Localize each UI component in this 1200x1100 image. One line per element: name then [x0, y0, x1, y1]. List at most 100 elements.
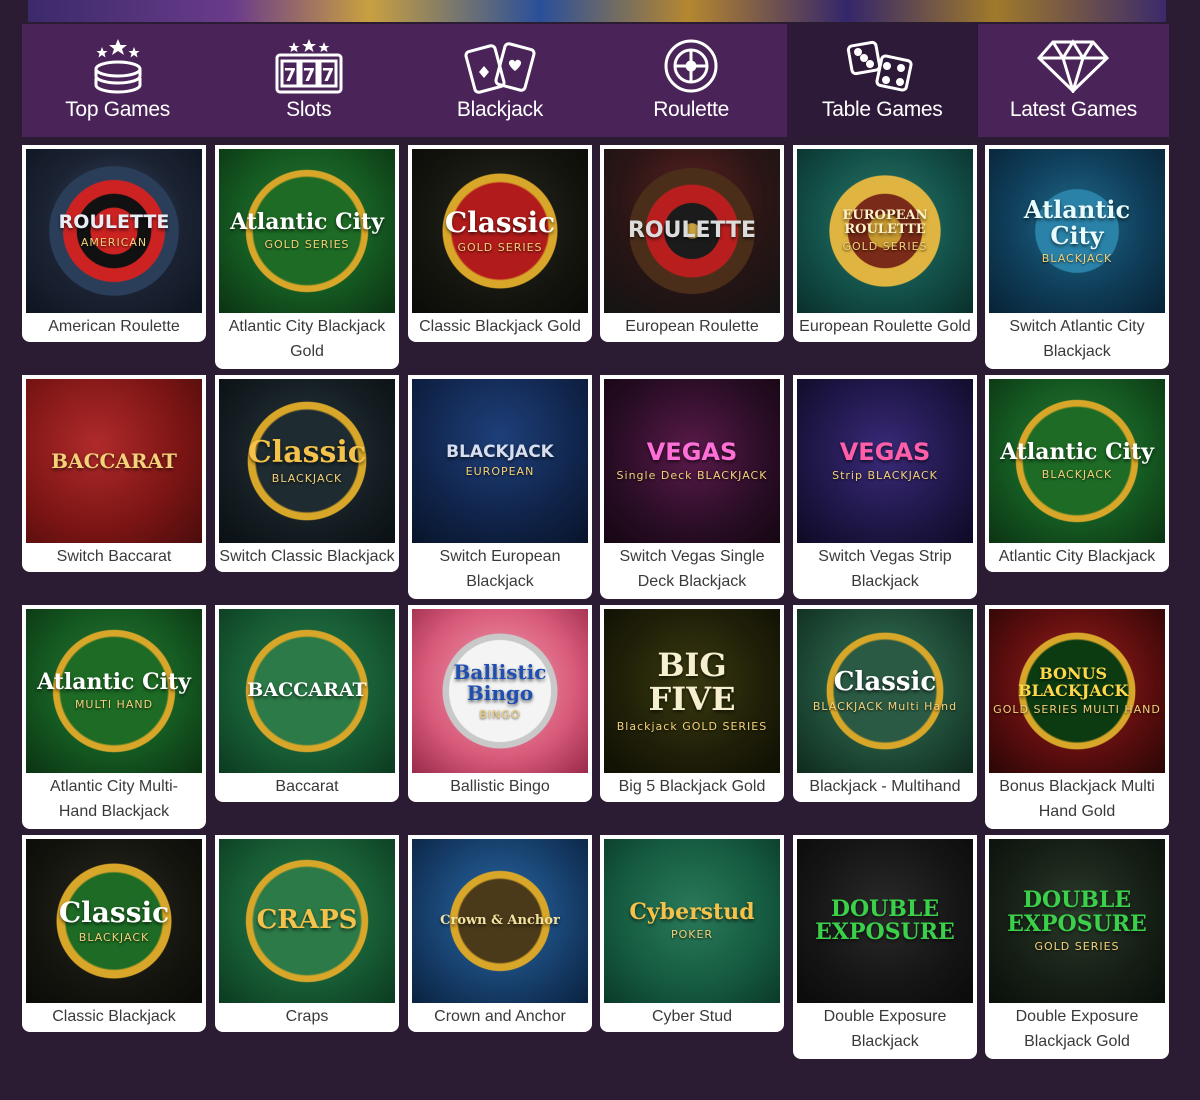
game-logo-text: BACCARAT [51, 448, 177, 473]
game-logo-subtitle: Strip BLACKJACK [832, 469, 938, 483]
game-title[interactable]: Switch Baccarat [26, 543, 202, 572]
game-thumbnail[interactable]: Classic GOLD SERIES [412, 149, 588, 313]
game-title[interactable]: Switch Atlantic City Blackjack [989, 313, 1165, 369]
game-thumbnail[interactable]: Crown & Anchor [412, 839, 588, 1003]
nav-label: Roulette [653, 98, 730, 121]
nav-top-games[interactable]: Top Games [22, 24, 213, 137]
nav-label: Top Games [65, 98, 170, 121]
game-logo-subtitle: AMERICAN [80, 236, 148, 250]
game-thumbnail[interactable]: BACCARAT [219, 609, 395, 773]
game-card[interactable]: VEGAS Single Deck BLACKJACK Switch Vegas S… [600, 375, 784, 599]
game-logo-text: VEGAS [839, 437, 931, 466]
game-card[interactable]: ROULETTE European Roulette [600, 145, 784, 342]
game-card[interactable]: Ballistic Bingo BINGO Ballistic Bingo [408, 605, 592, 802]
game-card[interactable]: DOUBLE EXPOSURE GOLD SERIES Double Exposur… [985, 835, 1169, 1059]
game-card[interactable]: Atlantic City MULTI HAND Atlantic City Mul… [22, 605, 206, 829]
game-card[interactable]: BLACKJACK EUROPEAN Switch European Blackja… [408, 375, 592, 599]
game-thumbnail[interactable]: Atlantic City MULTI HAND [26, 609, 202, 773]
game-card[interactable]: Classic BLACKJACK Classic Blackjack [22, 835, 206, 1032]
game-thumbnail[interactable]: Classic BLACKJACK [26, 839, 202, 1003]
game-title[interactable]: Classic Blackjack [26, 1003, 202, 1032]
game-logo-text: ROULETTE [58, 210, 170, 233]
nav-label: Slots [286, 98, 332, 121]
game-thumbnail[interactable]: VEGAS Single Deck BLACKJACK [604, 379, 780, 543]
game-card[interactable]: BACCARAT Baccarat [215, 605, 399, 802]
game-title[interactable]: Big 5 Blackjack Gold [604, 773, 780, 802]
game-logo-subtitle: GOLD SERIES [842, 240, 928, 254]
game-title[interactable]: Baccarat [219, 773, 395, 802]
game-title[interactable]: European Roulette [604, 313, 780, 342]
game-thumbnail[interactable]: Atlantic City BLACKJACK [989, 149, 1165, 313]
game-card[interactable]: VEGAS Strip BLACKJACK Switch Vegas Strip B… [793, 375, 977, 599]
game-title[interactable]: Switch Vegas Strip Blackjack [797, 543, 973, 599]
nav-slots[interactable]: 7 7 7 Slots [213, 24, 404, 137]
game-thumbnail[interactable]: BLACKJACK EUROPEAN [412, 379, 588, 543]
game-thumbnail[interactable]: Atlantic City GOLD SERIES [219, 149, 395, 313]
game-logo-text: BLACKJACK [446, 441, 554, 462]
game-title[interactable]: Crown and Anchor [412, 1003, 588, 1032]
game-card[interactable]: EUROPEAN ROULETTE GOLD SERIES European Rou… [793, 145, 977, 342]
game-logo-subtitle: GOLD SERIES [1034, 939, 1120, 953]
game-title[interactable]: American Roulette [26, 313, 202, 342]
nav-roulette[interactable]: Roulette [596, 24, 787, 137]
roulette-wheel-icon [651, 36, 731, 96]
game-card[interactable]: Atlantic City BLACKJACK Switch Atlantic Ci… [985, 145, 1169, 369]
game-title[interactable]: Craps [219, 1003, 395, 1032]
game-logo-text: Atlantic City [1000, 438, 1154, 465]
game-title[interactable]: Switch European Blackjack [412, 543, 588, 599]
top-banner-strip [28, 0, 1166, 22]
game-thumbnail[interactable]: CRAPS [219, 839, 395, 1003]
game-thumbnail[interactable]: Cyberstud POKER [604, 839, 780, 1003]
game-thumbnail[interactable]: DOUBLE EXPOSURE GOLD SERIES [989, 839, 1165, 1003]
game-thumbnail[interactable]: ROULETTE [604, 149, 780, 313]
game-card[interactable]: Crown & Anchor Crown and Anchor [408, 835, 592, 1032]
game-title[interactable]: European Roulette Gold [797, 313, 973, 342]
game-title[interactable]: Switch Vegas Single Deck Blackjack [604, 543, 780, 599]
game-card[interactable]: Classic GOLD SERIES Classic Blackjack Gold [408, 145, 592, 342]
game-thumbnail[interactable]: BACCARAT [26, 379, 202, 543]
nav-table-games[interactable]: Table Games [786, 24, 978, 137]
game-card[interactable]: Atlantic City GOLD SERIES Atlantic City Bl… [215, 145, 399, 369]
game-card[interactable]: BACCARAT Switch Baccarat [22, 375, 206, 572]
nav-blackjack[interactable]: Blackjack [404, 24, 595, 137]
game-card[interactable]: CRAPS Craps [215, 835, 399, 1032]
game-logo-subtitle: POKER [670, 928, 714, 942]
game-logo-text: Classic [833, 666, 937, 697]
game-card[interactable]: Classic BLACKJACK Switch Classic Blackjack [215, 375, 399, 572]
game-logo-text: Classic [444, 205, 556, 239]
game-thumbnail[interactable]: EUROPEAN ROULETTE GOLD SERIES [797, 149, 973, 313]
game-card[interactable]: ROULETTE AMERICAN American Roulette [22, 145, 206, 342]
game-card[interactable]: DOUBLE EXPOSURE Double Exposure Blackjack [793, 835, 977, 1059]
nav-label: Table Games [822, 98, 943, 121]
game-card[interactable]: Cyberstud POKER Cyber Stud [600, 835, 784, 1032]
game-title[interactable]: Cyber Stud [604, 1003, 780, 1032]
game-thumbnail[interactable]: Atlantic City BLACKJACK [989, 379, 1165, 543]
game-card[interactable]: BIG FIVE Blackjack GOLD SERIES Big 5 Black… [600, 605, 784, 802]
game-card[interactable]: BONUS BLACKJACK GOLD SERIES MULTI HAND Bon… [985, 605, 1169, 829]
nav-latest-games[interactable]: Latest Games [978, 24, 1169, 137]
game-card[interactable]: Classic BLACKJACK Multi Hand Blackjack - M… [793, 605, 977, 802]
game-title[interactable]: Switch Classic Blackjack [219, 543, 395, 572]
game-title[interactable]: Atlantic City Multi-Hand Blackjack [26, 773, 202, 829]
game-title[interactable]: Ballistic Bingo [412, 773, 588, 802]
game-title[interactable]: Atlantic City Blackjack [989, 543, 1165, 572]
game-logo-text: Classic [58, 895, 170, 929]
game-title[interactable]: Double Exposure Blackjack [797, 1003, 973, 1059]
game-thumbnail[interactable]: Classic BLACKJACK Multi Hand [797, 609, 973, 773]
game-title[interactable]: Classic Blackjack Gold [412, 313, 588, 342]
game-thumbnail[interactable]: VEGAS Strip BLACKJACK [797, 379, 973, 543]
game-logo-text: DOUBLE EXPOSURE [815, 895, 955, 945]
game-logo-text: BACCARAT [247, 679, 367, 702]
game-card[interactable]: Atlantic City BLACKJACK Atlantic City Blac… [985, 375, 1169, 572]
game-thumbnail[interactable]: BONUS BLACKJACK GOLD SERIES MULTI HAND [989, 609, 1165, 773]
game-title[interactable]: Blackjack - Multihand [797, 773, 973, 802]
game-thumbnail[interactable]: Classic BLACKJACK [219, 379, 395, 543]
game-thumbnail[interactable]: DOUBLE EXPOSURE [797, 839, 973, 1003]
game-thumbnail[interactable]: ROULETTE AMERICAN [26, 149, 202, 313]
game-logo-text: DOUBLE EXPOSURE [1007, 887, 1147, 937]
game-thumbnail[interactable]: BIG FIVE Blackjack GOLD SERIES [604, 609, 780, 773]
game-title[interactable]: Bonus Blackjack Multi Hand Gold [989, 773, 1165, 829]
game-title[interactable]: Double Exposure Blackjack Gold [989, 1003, 1165, 1059]
game-thumbnail[interactable]: Ballistic Bingo BINGO [412, 609, 588, 773]
game-title[interactable]: Atlantic City Blackjack Gold [219, 313, 395, 369]
